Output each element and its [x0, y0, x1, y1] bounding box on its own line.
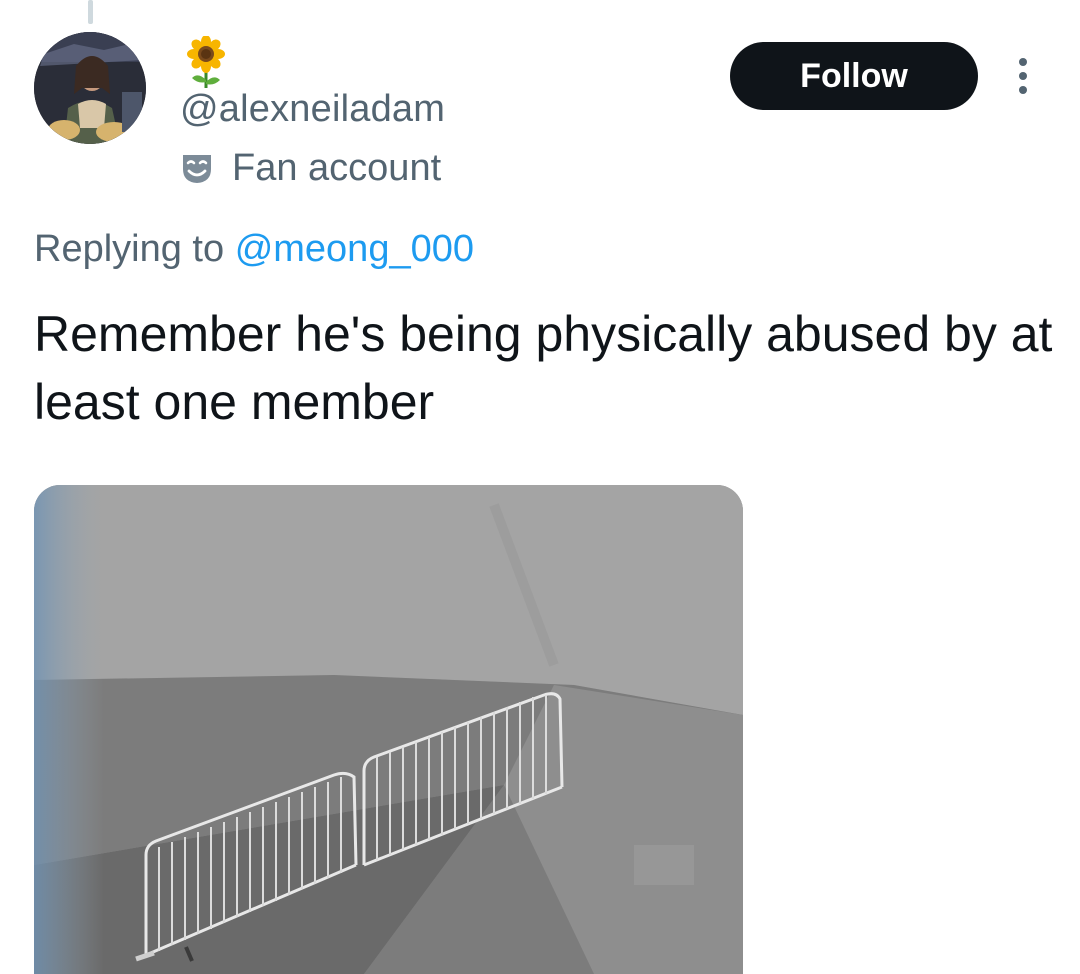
more-vertical-icon[interactable]: [1008, 54, 1038, 98]
sunflower-emoji-icon: [184, 35, 228, 90]
follow-button[interactable]: Follow: [730, 42, 978, 110]
account-label-text: Fan account: [232, 146, 442, 189]
replying-to-user-link[interactable]: @meong_000: [235, 228, 474, 270]
replying-to-prefix: Replying to: [34, 228, 225, 270]
theater-mask-icon: [180, 151, 214, 185]
account-label: Fan account: [180, 146, 441, 190]
tweet-media[interactable]: [34, 485, 743, 974]
avatar[interactable]: [34, 32, 146, 144]
avatar-image: [34, 32, 146, 144]
replying-to: Replying to @meong_000: [34, 228, 474, 271]
media-image: [34, 485, 743, 974]
author-handle[interactable]: @alexneiladam: [180, 88, 445, 131]
thread-connector-line: [88, 0, 93, 24]
tweet-text: Remember he's being physically abused by…: [34, 306, 1053, 430]
